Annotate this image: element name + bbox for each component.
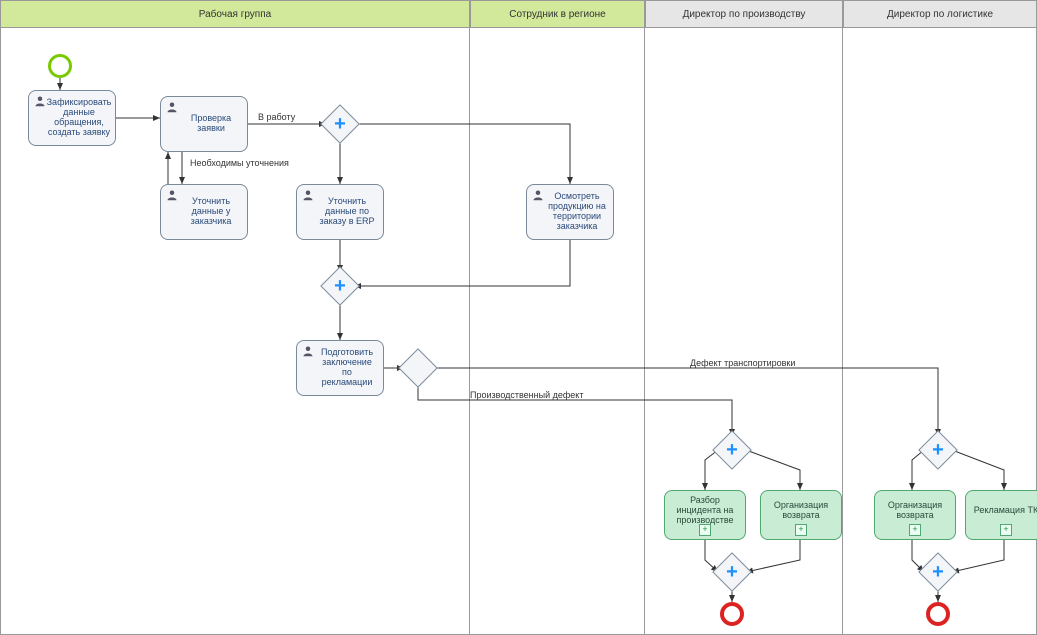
user-icon bbox=[302, 189, 314, 201]
task-label: Осмотреть продукцию на территории заказч… bbox=[547, 192, 607, 232]
subprocess-sp_prod_return[interactable]: Организация возврата + bbox=[760, 490, 842, 540]
lane-header-lane3: Директор по производству bbox=[645, 0, 843, 28]
subprocess-sp_log_claim[interactable]: Рекламация ТК + bbox=[965, 490, 1037, 540]
parallel-plus-icon: + bbox=[924, 436, 952, 464]
gateway-gw_prod_t[interactable]: + bbox=[718, 436, 746, 464]
gateway-gw_log_b[interactable]: + bbox=[924, 558, 952, 586]
lane-body-lane2 bbox=[470, 28, 645, 635]
lane-header-lane1: Рабочая группа bbox=[0, 0, 470, 28]
task-t_fix[interactable]: Зафиксировать данные обращения, создать … bbox=[28, 90, 116, 146]
edge-label-l_proddef: Производственный дефект bbox=[470, 390, 583, 400]
parallel-plus-icon: + bbox=[718, 558, 746, 586]
task-t_erp[interactable]: Уточнить данные по заказу в ERP bbox=[296, 184, 384, 240]
parallel-plus-icon: + bbox=[326, 110, 354, 138]
gateway-gw_excl[interactable] bbox=[404, 354, 432, 382]
task-t_check[interactable]: Проверка заявки bbox=[160, 96, 248, 152]
edge-label-l_transport: Дефект транспортировки bbox=[690, 358, 795, 368]
expand-marker-icon: + bbox=[1000, 524, 1012, 536]
edge-label-l_inwork: В работу bbox=[258, 112, 295, 122]
lane-header-lane2: Сотрудник в регионе bbox=[470, 0, 645, 28]
start-event-start[interactable] bbox=[48, 54, 72, 78]
gateway-gw_par2[interactable]: + bbox=[326, 272, 354, 300]
gateway-gw_par1[interactable]: + bbox=[326, 110, 354, 138]
user-icon bbox=[166, 189, 178, 201]
task-t_conclude[interactable]: Подготовить заключение по рекламации bbox=[296, 340, 384, 396]
subprocess-label: Рекламация ТК bbox=[974, 506, 1037, 516]
subprocess-label: Организация возврата bbox=[881, 501, 949, 521]
subprocess-sp_log_return[interactable]: Организация возврата + bbox=[874, 490, 956, 540]
gateway-gw_log_t[interactable]: + bbox=[924, 436, 952, 464]
user-icon bbox=[34, 95, 46, 107]
edge-label-l_clarify: Необходимы уточнения bbox=[190, 158, 289, 168]
task-label: Проверка заявки bbox=[181, 114, 241, 134]
lane-header-lane4: Директор по логистике bbox=[843, 0, 1037, 28]
expand-marker-icon: + bbox=[909, 524, 921, 536]
user-icon bbox=[166, 101, 178, 113]
task-label: Зафиксировать данные обращения, создать … bbox=[47, 98, 112, 138]
lane-body-lane3 bbox=[645, 28, 843, 635]
parallel-plus-icon: + bbox=[326, 272, 354, 300]
end-event-end_log[interactable] bbox=[926, 602, 950, 626]
gateway-gw_prod_b[interactable]: + bbox=[718, 558, 746, 586]
user-icon bbox=[532, 189, 544, 201]
bpmn-canvas: Рабочая группаСотрудник в регионеДиректо… bbox=[0, 0, 1037, 635]
parallel-plus-icon: + bbox=[718, 436, 746, 464]
subprocess-label: Организация возврата bbox=[767, 501, 835, 521]
task-t_clarify[interactable]: Уточнить данные у заказчика bbox=[160, 184, 248, 240]
task-label: Уточнить данные по заказу в ERP bbox=[317, 197, 377, 227]
user-icon bbox=[302, 345, 314, 357]
lane-body-lane4 bbox=[843, 28, 1037, 635]
parallel-plus-icon: + bbox=[924, 558, 952, 586]
subprocess-sp_prod_incident[interactable]: Разбор инцидента на производстве+ bbox=[664, 490, 746, 540]
task-label: Уточнить данные у заказчика bbox=[181, 197, 241, 227]
end-event-end_prod[interactable] bbox=[720, 602, 744, 626]
task-t_inspect[interactable]: Осмотреть продукцию на территории заказч… bbox=[526, 184, 614, 240]
expand-marker-icon: + bbox=[699, 524, 711, 536]
task-label: Подготовить заключение по рекламации bbox=[317, 348, 377, 388]
expand-marker-icon: + bbox=[795, 524, 807, 536]
gateway-diamond-icon bbox=[398, 348, 438, 388]
subprocess-label: Разбор инцидента на производстве bbox=[671, 496, 739, 526]
